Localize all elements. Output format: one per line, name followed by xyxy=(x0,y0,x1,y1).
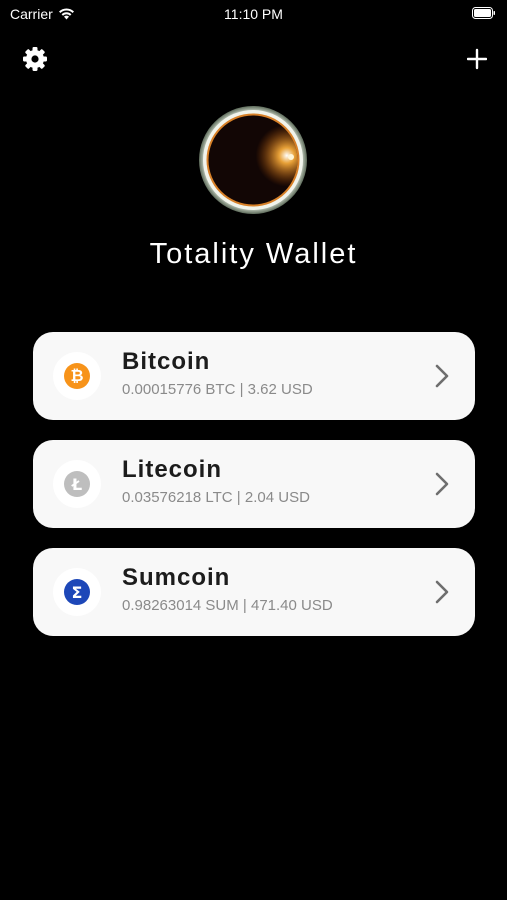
plus-icon xyxy=(467,48,487,70)
coin-balance: 0.98263014 SUM | 471.40 USD xyxy=(122,597,333,614)
status-time: 11:10 PM xyxy=(224,6,283,22)
chevron-right-icon xyxy=(435,580,449,604)
coin-icon-container: Ł xyxy=(53,460,101,508)
coin-icon-container: Σ xyxy=(53,568,101,616)
bitcoin-icon: ₿ xyxy=(64,363,90,389)
gear-icon xyxy=(23,47,47,71)
coin-name: Bitcoin xyxy=(122,348,211,375)
chevron-right-icon xyxy=(435,364,449,388)
wallet-logo xyxy=(199,106,307,214)
status-bar: Carrier 11:10 PM xyxy=(0,0,507,28)
coin-balance: 0.03576218 LTC | 2.04 USD xyxy=(122,489,310,506)
litecoin-icon: Ł xyxy=(64,471,90,497)
coin-name: Sumcoin xyxy=(122,564,231,591)
coin-card-sumcoin[interactable]: Σ Sumcoin 0.98263014 SUM | 471.40 USD xyxy=(33,548,475,636)
chevron-right-icon xyxy=(435,472,449,496)
battery-icon xyxy=(472,7,495,19)
sumcoin-icon: Σ xyxy=(64,579,90,605)
coin-card-bitcoin[interactable]: ₿ Bitcoin 0.00015776 BTC | 3.62 USD xyxy=(33,332,475,420)
coin-card-litecoin[interactable]: Ł Litecoin 0.03576218 LTC | 2.04 USD xyxy=(33,440,475,528)
add-button[interactable] xyxy=(467,48,487,70)
coin-list: ₿ Bitcoin 0.00015776 BTC | 3.62 USD Ł Li… xyxy=(33,332,475,656)
settings-button[interactable] xyxy=(22,46,48,72)
coin-balance: 0.00015776 BTC | 3.62 USD xyxy=(122,381,313,398)
coin-icon-container: ₿ xyxy=(53,352,101,400)
coin-name: Litecoin xyxy=(122,456,223,483)
wallet-title: Totality Wallet xyxy=(149,238,358,270)
